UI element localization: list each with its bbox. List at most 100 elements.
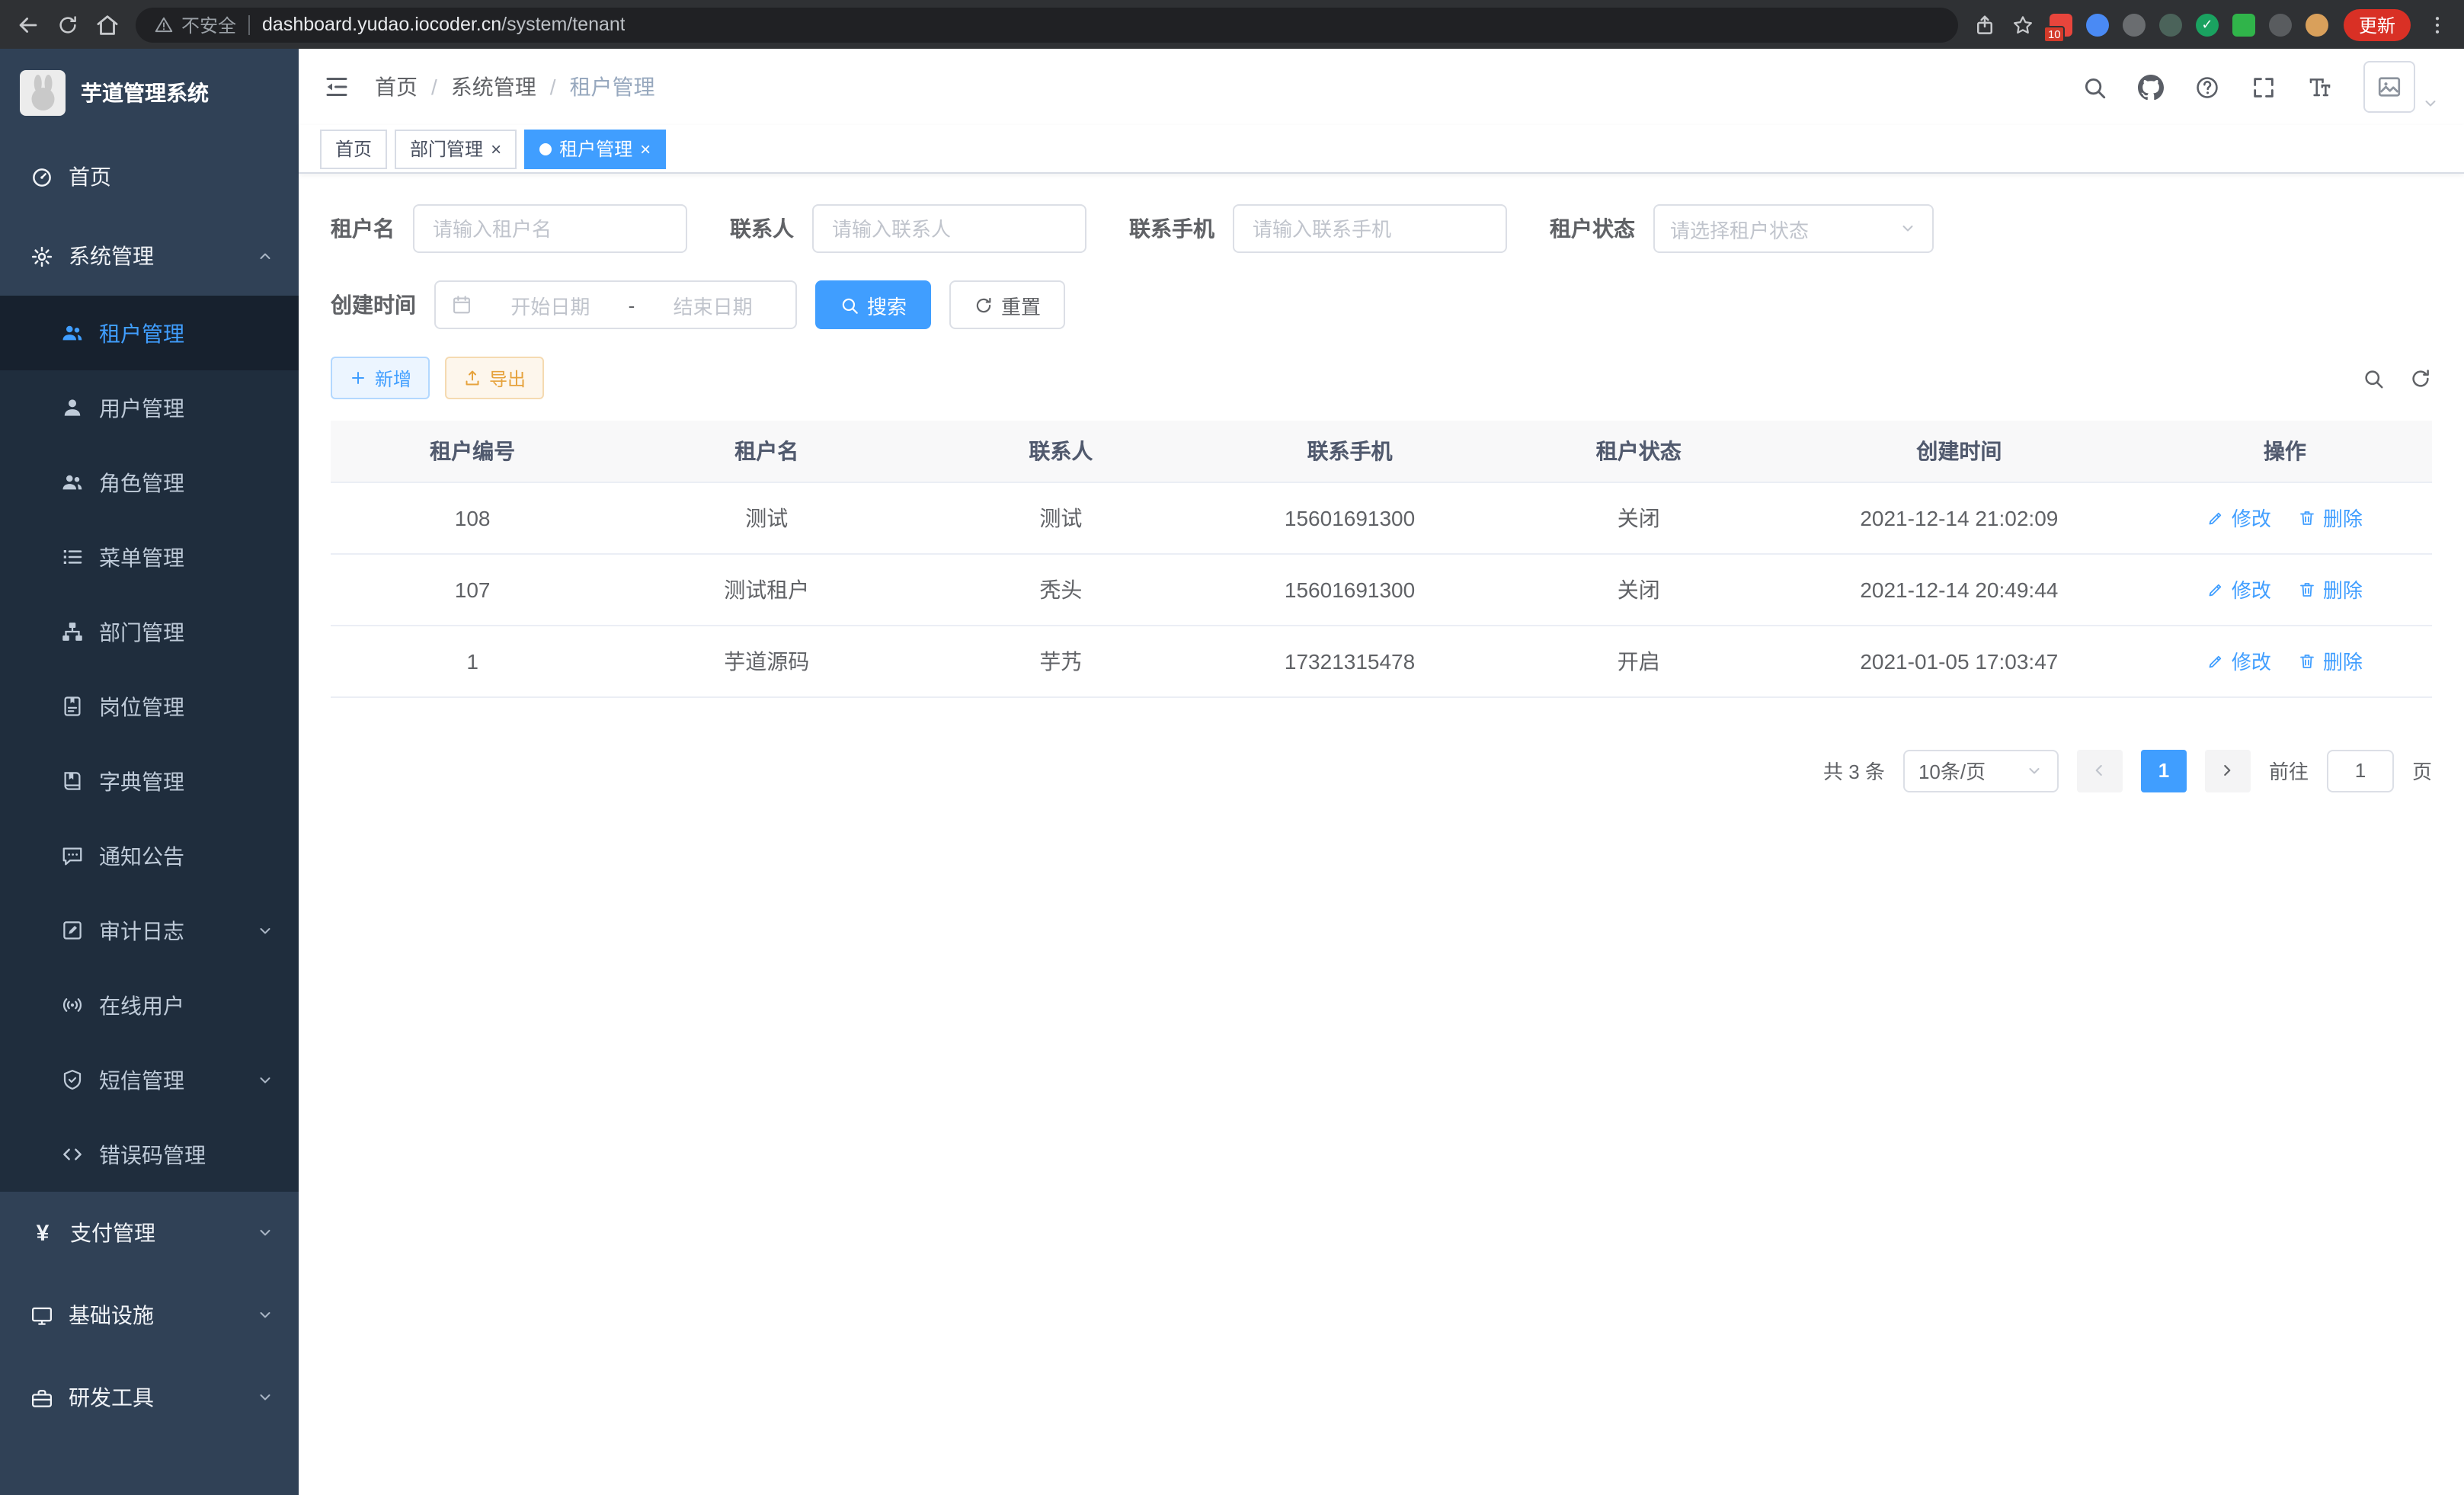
status-select[interactable]: 请选择租户状态	[1653, 204, 1934, 253]
bookmark-star-icon[interactable]	[2011, 13, 2034, 36]
page-content: 租户名 联系人 联系手机 租户状态 请选择租户状态	[299, 174, 2464, 1495]
breadcrumb-separator: /	[550, 75, 556, 99]
sidebar-item-menu[interactable]: 菜单管理	[0, 520, 299, 594]
sidebar-item-home[interactable]: 首页	[0, 137, 299, 216]
cell-name: 芋道源码	[614, 625, 919, 696]
profile-avatar[interactable]	[2306, 13, 2328, 36]
extension-icon[interactable]	[2123, 13, 2146, 36]
reset-button[interactable]: 重置	[949, 280, 1065, 329]
browser-home-button[interactable]	[94, 11, 120, 37]
extension-icon[interactable]	[2086, 13, 2109, 36]
extension-icon[interactable]	[2159, 13, 2182, 36]
sidebar-item-dev-tools[interactable]: 研发工具	[0, 1356, 299, 1439]
phone-input[interactable]	[1233, 204, 1507, 253]
search-icon[interactable]	[2082, 61, 2107, 113]
cell-contact: 秃头	[919, 553, 1202, 625]
next-page-button[interactable]	[2205, 749, 2251, 792]
extension-icon[interactable]: ✓	[2196, 13, 2219, 36]
top-navbar: 首页 / 系统管理 / 租户管理	[299, 49, 2464, 125]
fullscreen-icon[interactable]	[2251, 61, 2277, 113]
sidebar-item-audit-log[interactable]: 审计日志	[0, 893, 299, 968]
address-bar[interactable]: 不安全 dashboard.yudao.iocoder.cn/system/te…	[136, 7, 1958, 42]
tab-home[interactable]: 首页	[320, 129, 387, 168]
sidebar-item-post[interactable]: 岗位管理	[0, 669, 299, 744]
font-size-icon[interactable]	[2307, 61, 2333, 113]
chevron-down-icon	[1899, 219, 1917, 238]
broken-image-icon	[2376, 73, 2403, 101]
sidebar-collapse-icon[interactable]	[323, 73, 350, 101]
sidebar-item-notice[interactable]: 通知公告	[0, 818, 299, 893]
contact-input[interactable]	[812, 204, 1086, 253]
cell-name: 测试租户	[614, 553, 919, 625]
table-header-row: 租户编号 租户名 联系人 联系手机 租户状态 创建时间 操作	[331, 421, 2432, 482]
refresh-table-icon[interactable]	[2409, 367, 2432, 389]
extension-icon[interactable]	[2269, 13, 2292, 36]
sidebar-item-tenant[interactable]: 租户管理	[0, 296, 299, 370]
add-button[interactable]: 新增	[331, 357, 430, 399]
divider	[248, 14, 250, 34]
sidebar-item-error-code[interactable]: 错误码管理	[0, 1117, 299, 1192]
breadcrumb-system[interactable]: 系统管理	[451, 72, 536, 102]
extension-icon[interactable]: 10	[2050, 13, 2072, 36]
browser-menu-icon[interactable]	[2426, 13, 2449, 36]
active-dot	[539, 142, 552, 155]
filter-row-1: 租户名 联系人 联系手机 租户状态 请选择租户状态	[331, 204, 2432, 253]
warning-icon	[154, 14, 174, 34]
field-label: 联系手机	[1129, 213, 1214, 244]
delete-link[interactable]: 删除	[2299, 503, 2363, 532]
edit-link[interactable]: 修改	[2207, 575, 2271, 603]
page-size-select[interactable]: 10条/页	[1903, 749, 2059, 792]
tenant-name-input[interactable]	[413, 204, 687, 253]
sidebar-item-pay[interactable]: ¥ 支付管理	[0, 1192, 299, 1274]
sidebar-item-online-user[interactable]: 在线用户	[0, 968, 299, 1042]
help-icon[interactable]	[2194, 61, 2220, 113]
delete-link[interactable]: 删除	[2299, 575, 2363, 603]
share-icon[interactable]	[1973, 13, 1996, 36]
security-status[interactable]: 不安全	[154, 11, 236, 37]
start-date-placeholder: 开始日期	[483, 290, 618, 319]
github-icon[interactable]	[2138, 61, 2164, 113]
search-button[interactable]: 搜索	[815, 280, 931, 329]
user-avatar-menu[interactable]	[2363, 61, 2440, 113]
cell-phone: 15601691300	[1203, 482, 1497, 553]
sidebar-item-role[interactable]: 角色管理	[0, 445, 299, 520]
sidebar-item-dict[interactable]: 字典管理	[0, 744, 299, 818]
tab-tenant[interactable]: 租户管理 ×	[524, 129, 666, 168]
browser-back-button[interactable]	[15, 11, 41, 37]
extension-icon[interactable]	[2232, 13, 2255, 36]
sidebar-item-sms[interactable]: 短信管理	[0, 1042, 299, 1117]
export-button[interactable]: 导出	[445, 357, 544, 399]
delete-link[interactable]: 删除	[2299, 646, 2363, 675]
edit-link[interactable]: 修改	[2207, 503, 2271, 532]
close-icon[interactable]: ×	[640, 139, 651, 158]
date-range-picker[interactable]: 开始日期 - 结束日期	[434, 280, 797, 329]
sidebar-item-label: 部门管理	[99, 616, 184, 647]
sidebar-item-label: 用户管理	[99, 392, 184, 423]
menu-list-icon	[61, 546, 84, 568]
browser-reload-button[interactable]	[56, 13, 79, 36]
page-size-value: 10条/页	[1918, 756, 1986, 785]
edit-link[interactable]: 修改	[2207, 646, 2271, 675]
pagination: 共 3 条 10条/页 1 前往 页	[331, 749, 2432, 792]
sidebar-item-system[interactable]: 系统管理	[0, 216, 299, 296]
cell-id: 1	[331, 625, 614, 696]
chevron-down-icon	[2421, 94, 2440, 113]
sidebar-item-label: 短信管理	[99, 1064, 184, 1095]
tab-dept[interactable]: 部门管理 ×	[395, 129, 517, 168]
select-placeholder: 请选择租户状态	[1670, 214, 1809, 243]
sidebar-item-infra[interactable]: 基础设施	[0, 1274, 299, 1356]
sidebar-item-dept[interactable]: 部门管理	[0, 594, 299, 669]
chrome-update-button[interactable]: 更新	[2344, 8, 2411, 40]
sidebar-item-user[interactable]: 用户管理	[0, 370, 299, 445]
table-row: 1 芋道源码 芋艿 17321315478 开启 2021-01-05 17:0…	[331, 625, 2432, 696]
app-title: 芋道管理系统	[81, 78, 209, 108]
toggle-search-icon[interactable]	[2362, 367, 2385, 389]
close-icon[interactable]: ×	[491, 139, 501, 158]
user-icon	[61, 396, 84, 419]
page-number-button[interactable]: 1	[2141, 749, 2187, 792]
sidebar: 芋道管理系统 首页 系统管理 租户管理 用户管理	[0, 49, 299, 1495]
prev-page-button[interactable]	[2077, 749, 2123, 792]
tenants-icon	[61, 322, 84, 344]
goto-page-input[interactable]	[2327, 749, 2394, 792]
breadcrumb-home[interactable]: 首页	[375, 72, 418, 102]
